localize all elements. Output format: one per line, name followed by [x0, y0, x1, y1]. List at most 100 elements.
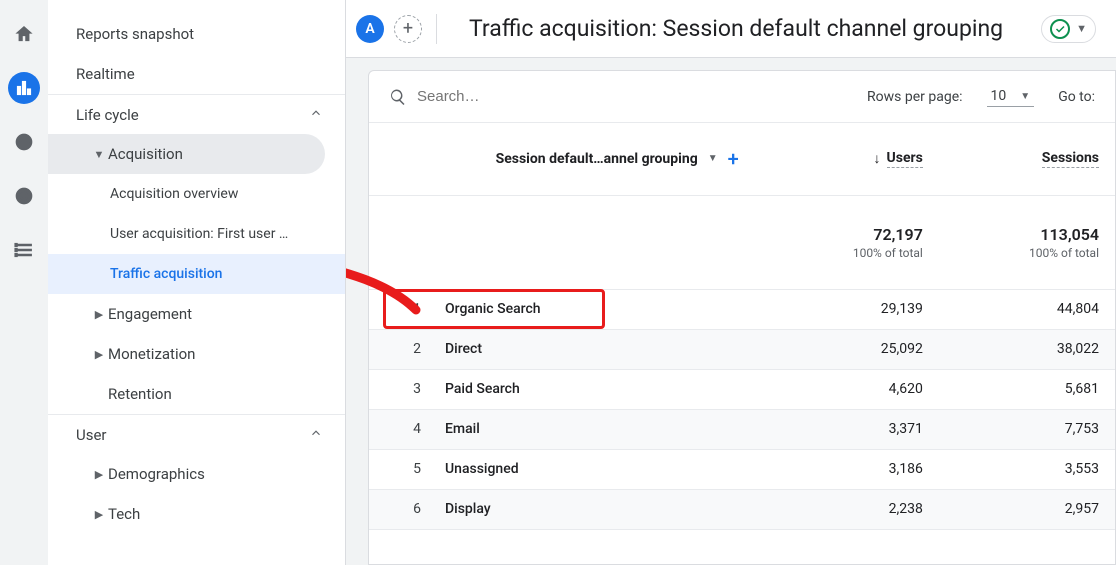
table-row[interactable]: 5 Unassigned 3,1863,553 — [369, 449, 1115, 489]
nav-section-user[interactable]: User — [48, 414, 345, 454]
nav-item-label: Monetization — [108, 345, 195, 363]
row-sessions: 38,022 — [939, 329, 1115, 369]
reports-icon[interactable] — [8, 72, 40, 104]
row-users: 2,238 — [763, 489, 939, 529]
row-channel: Direct — [445, 341, 482, 357]
column-label: Sessions — [1042, 150, 1099, 168]
add-dimension-button[interactable]: + — [728, 147, 739, 171]
row-channel: Organic Search — [445, 301, 541, 317]
total-sessions-sub: 100% of total — [955, 246, 1099, 260]
nav-realtime[interactable]: Realtime — [48, 54, 345, 94]
row-sessions: 2,957 — [939, 489, 1115, 529]
search-input[interactable] — [417, 88, 617, 105]
column-header-users[interactable]: ↓ Users — [779, 150, 923, 168]
divider — [436, 14, 437, 44]
nav-demographics[interactable]: ▶ Demographics — [48, 454, 345, 494]
dimension-label: Session default…annel grouping — [496, 151, 698, 167]
row-users: 4,620 — [763, 369, 939, 409]
report-card: Rows per page: 10 ▼ Go to: Session defau… — [368, 70, 1116, 565]
rows-per-page-select[interactable]: 10 ▼ — [987, 86, 1035, 107]
side-nav: Reports snapshot Realtime Life cycle ▼ A… — [48, 0, 346, 565]
nav-acquisition-overview[interactable]: Acquisition overview — [48, 174, 345, 214]
row-users: 25,092 — [763, 329, 939, 369]
toolbar-right: Rows per page: 10 ▼ Go to: — [867, 86, 1095, 107]
table-row[interactable]: 2 Direct 25,09238,022 — [369, 329, 1115, 369]
row-users: 29,139 — [763, 289, 939, 329]
nav-section-lifecycle[interactable]: Life cycle — [48, 94, 345, 134]
nav-reports-snapshot[interactable]: Reports snapshot — [48, 14, 345, 54]
explore-icon[interactable] — [8, 126, 40, 158]
row-channel: Display — [445, 501, 491, 517]
goto-label: Go to: — [1058, 89, 1095, 105]
icon-rail — [0, 0, 48, 565]
nav-item-label: Retention — [108, 385, 172, 403]
nav-traffic-acquisition[interactable]: Traffic acquisition — [48, 254, 345, 294]
row-channel: Unassigned — [445, 461, 519, 477]
segment-letter: A — [365, 21, 374, 37]
nav-section-label: User — [76, 426, 107, 444]
chevron-up-icon — [309, 426, 323, 444]
sort-desc-icon: ↓ — [874, 150, 881, 167]
row-index: 2 — [385, 341, 421, 357]
rows-value: 10 — [991, 88, 1007, 104]
row-index: 1 — [385, 301, 421, 317]
page-title: Traffic acquisition: Session default cha… — [469, 15, 1031, 42]
nav-item-label: Traffic acquisition — [110, 266, 222, 282]
table-row[interactable]: 4 Email 3,3717,753 — [369, 409, 1115, 449]
nav-monetization[interactable]: ▶ Monetization — [48, 334, 345, 374]
nav-item-label: Tech — [108, 505, 140, 523]
add-segment-button[interactable]: + — [394, 15, 422, 43]
dimension-dropdown[interactable]: ▼ — [708, 153, 718, 164]
row-sessions: 5,681 — [939, 369, 1115, 409]
nav-tech[interactable]: ▶ Tech — [48, 494, 345, 534]
check-circle-icon — [1050, 19, 1070, 39]
row-channel: Email — [445, 421, 480, 437]
nav-section-label: Life cycle — [76, 106, 139, 124]
caret-right-icon: ▶ — [90, 308, 108, 321]
caret-down-icon: ▼ — [1020, 91, 1030, 102]
total-users: 72,197 — [779, 225, 923, 244]
nav-item-label: Acquisition overview — [110, 186, 238, 202]
row-sessions: 44,804 — [939, 289, 1115, 329]
table-row[interactable]: 6Display2,2382,957 — [369, 489, 1115, 529]
configure-icon[interactable] — [8, 234, 40, 266]
nav-acquisition[interactable]: ▼ Acquisition — [48, 134, 325, 174]
search-wrap — [389, 88, 849, 106]
row-users: 3,371 — [763, 409, 939, 449]
row-index: 5 — [385, 461, 421, 477]
column-label: Users — [887, 150, 923, 168]
nav-user-acquisition[interactable]: User acquisition: First user … — [48, 214, 345, 254]
page-header: A + Traffic acquisition: Session default… — [346, 0, 1116, 58]
row-index: 3 — [385, 381, 421, 397]
totals-row: 72,197 100% of total 113,054 100% of tot… — [369, 195, 1115, 289]
status-pill[interactable]: ▼ — [1041, 15, 1096, 43]
segment-badge[interactable]: A — [356, 15, 384, 43]
nav-retention[interactable]: Retention — [48, 374, 345, 414]
row-users: 3,186 — [763, 449, 939, 489]
caret-right-icon: ▶ — [90, 348, 108, 361]
nav-item-label: User acquisition: First user … — [110, 226, 288, 242]
row-sessions: 7,753 — [939, 409, 1115, 449]
nav-engagement[interactable]: ▶ Engagement — [48, 294, 345, 334]
nav-item-label: Acquisition — [108, 145, 183, 163]
total-users-sub: 100% of total — [779, 246, 923, 260]
advertising-icon[interactable] — [8, 180, 40, 212]
total-sessions: 113,054 — [955, 225, 1099, 244]
nav-item-label: Realtime — [76, 65, 135, 83]
row-sessions: 3,553 — [939, 449, 1115, 489]
caret-down-icon: ▼ — [90, 148, 108, 161]
table-row[interactable]: 3 Paid Search 4,6205,681 — [369, 369, 1115, 409]
card-toolbar: Rows per page: 10 ▼ Go to: — [369, 71, 1115, 123]
caret-right-icon: ▶ — [90, 468, 108, 481]
caret-down-icon: ▼ — [1076, 22, 1087, 35]
home-icon[interactable] — [8, 18, 40, 50]
row-channel: Paid Search — [445, 381, 520, 397]
table-row[interactable]: 1 Organic Search 29,13944,804 — [369, 289, 1115, 329]
chevron-up-icon — [309, 106, 323, 124]
row-index: 4 — [385, 421, 421, 437]
nav-item-label: Reports snapshot — [76, 25, 194, 43]
rows-per-page-label: Rows per page: — [867, 89, 962, 105]
main-area: A + Traffic acquisition: Session default… — [346, 0, 1116, 565]
column-header-sessions[interactable]: Sessions — [955, 150, 1099, 168]
caret-right-icon: ▶ — [90, 508, 108, 521]
